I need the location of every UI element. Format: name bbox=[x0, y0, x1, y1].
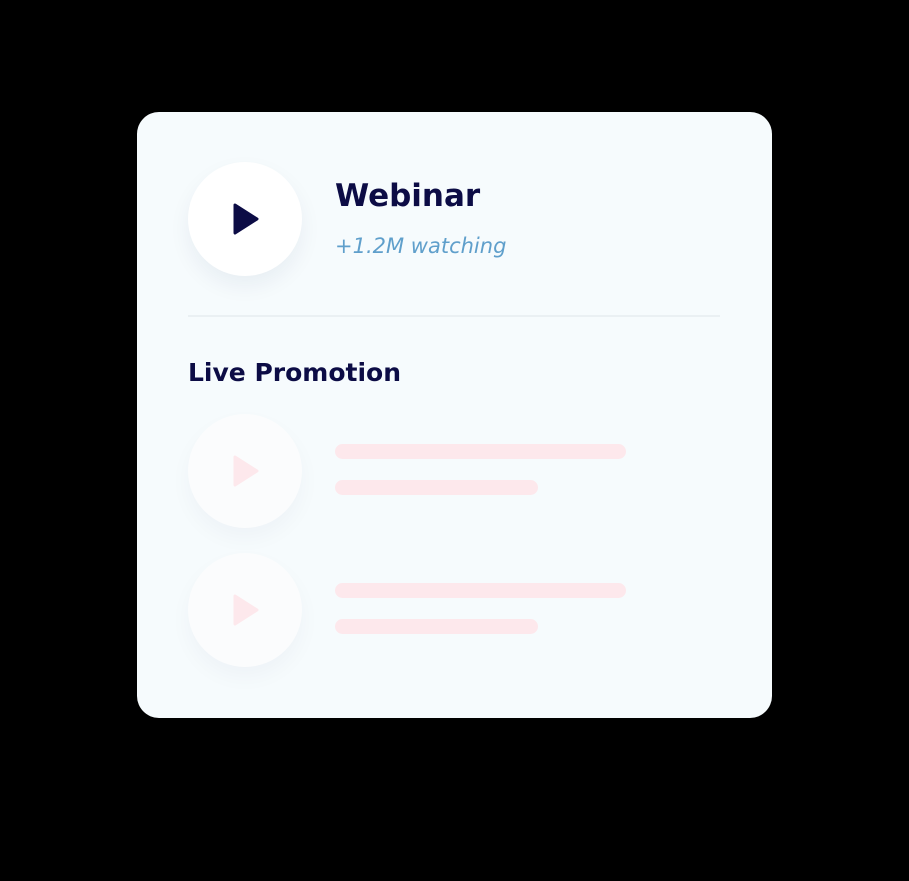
skeleton-title-line bbox=[335, 444, 626, 459]
watching-count: +1.2M watching bbox=[335, 234, 507, 258]
webinar-play-button[interactable] bbox=[188, 162, 302, 276]
play-icon bbox=[233, 594, 259, 626]
promotion-play-button[interactable] bbox=[188, 414, 302, 528]
skeleton-subtitle-line bbox=[335, 619, 538, 634]
live-promotion-item[interactable] bbox=[188, 414, 720, 528]
divider bbox=[188, 315, 720, 317]
live-promotion-item[interactable] bbox=[188, 553, 720, 667]
skeleton-title-line bbox=[335, 583, 626, 598]
skeleton-subtitle-line bbox=[335, 480, 538, 495]
live-promotion-heading: Live Promotion bbox=[188, 358, 402, 387]
play-icon bbox=[233, 203, 259, 235]
play-icon bbox=[233, 455, 259, 487]
webinar-card: Webinar +1.2M watching Live Promotion bbox=[137, 112, 772, 718]
webinar-title: Webinar bbox=[335, 178, 481, 214]
promotion-play-button[interactable] bbox=[188, 553, 302, 667]
